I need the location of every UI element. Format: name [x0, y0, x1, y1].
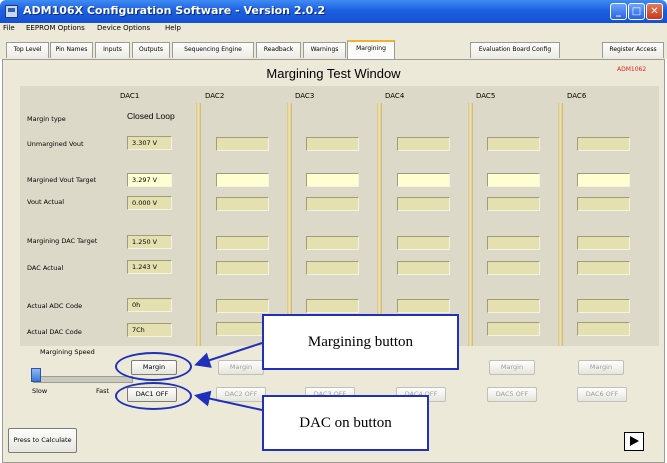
margining-button-callout: Margining button — [262, 314, 459, 370]
play-icon[interactable] — [624, 432, 644, 451]
callout-arrows — [194, 342, 263, 411]
dac-on-button-callout: DAC on button — [262, 395, 429, 451]
margining-callout-arrow — [194, 342, 263, 368]
dac-on-callout-arrow — [194, 390, 263, 411]
press-to-calculate-button[interactable]: Press to Calculate — [8, 428, 77, 453]
